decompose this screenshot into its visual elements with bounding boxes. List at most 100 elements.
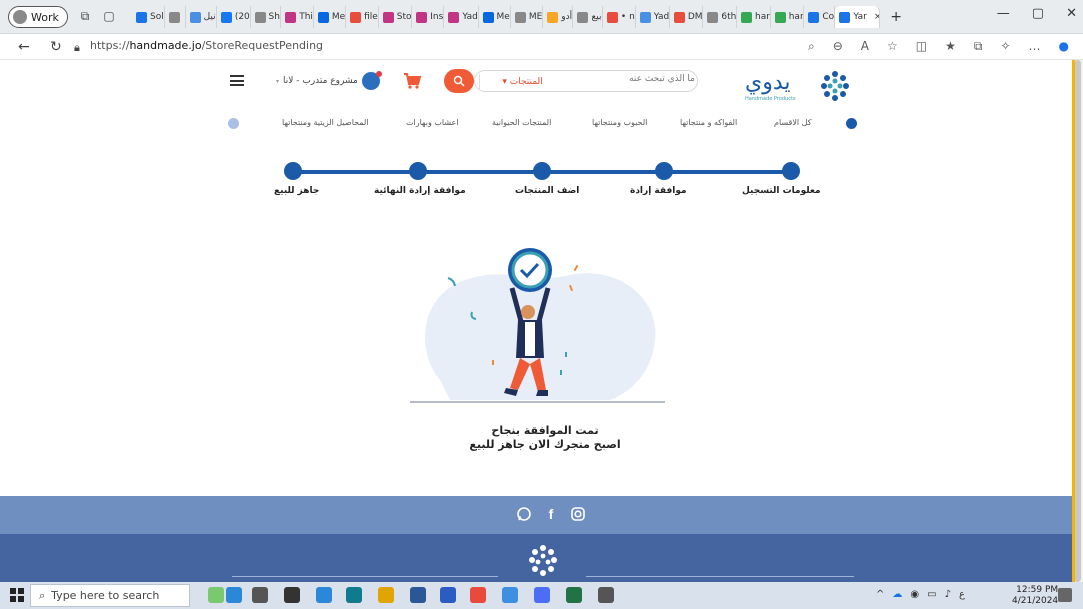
whatsapp-icon[interactable] (516, 506, 532, 522)
browser-tab[interactable]: Co (804, 6, 836, 28)
scrollbar-thumb[interactable] (1074, 60, 1081, 582)
user-account-menu[interactable]: مشروع متدرب - لانا ▾ (276, 71, 382, 90)
search-category-dropdown[interactable]: المنتجات ▾ (479, 74, 565, 90)
tab-actions-icon[interactable]: ▢ (102, 9, 116, 23)
tab-label: har (788, 12, 804, 22)
maximize-button[interactable]: ▢ (1032, 6, 1044, 21)
back-icon[interactable]: ← (18, 39, 30, 55)
browser-tab[interactable]: Yad (636, 6, 670, 28)
cart-icon[interactable] (403, 72, 421, 90)
hamburger-menu-icon[interactable] (230, 75, 244, 86)
photos-app-icon[interactable] (502, 587, 518, 603)
tab-label: Yad (653, 12, 670, 22)
close-tab-icon[interactable]: × (874, 12, 879, 22)
success-message-subtitle: اصبح متجرك الان جاهز للبيع (469, 438, 621, 451)
browser-tab[interactable]: Sol (132, 6, 165, 28)
system-tray: ^ ☁︎ ◉ ▭ ♪ ع (876, 589, 965, 600)
network-icon[interactable]: ◉ (910, 589, 919, 600)
taskbar-clock[interactable]: 12:59 PM 4/21/2024 (1012, 585, 1058, 607)
refresh-icon[interactable]: ↻ (50, 39, 62, 55)
store-app-icon[interactable] (410, 587, 426, 603)
task-view-icon[interactable] (252, 587, 268, 603)
teams-chat-icon[interactable] (534, 587, 550, 603)
volume-icon[interactable]: ♪ (945, 589, 951, 600)
tab-favicon-icon (350, 11, 362, 23)
category-herbs-spices[interactable]: اعشاب وبهارات (406, 118, 458, 127)
tab-label: Sol (150, 12, 164, 22)
collections-icon[interactable]: ⧉ (974, 39, 983, 54)
category-animal-products[interactable]: المنتجات الحيوانية (492, 118, 551, 127)
tab-favicon-icon (547, 11, 559, 23)
browser-tab[interactable]: 6th (703, 6, 738, 28)
category-prev-icon[interactable] (228, 118, 239, 129)
category-oil-crops[interactable]: المحاصيل الزيتية ومنتجاتها (282, 118, 369, 127)
search-button[interactable] (444, 69, 474, 93)
edge-browser-icon[interactable] (346, 587, 362, 603)
browser-tab[interactable]: Me (314, 6, 347, 28)
browser-tab[interactable]: har (771, 6, 805, 28)
url-field[interactable]: https://handmade.jo/StoreRequestPending (90, 39, 323, 52)
category-next-icon[interactable] (846, 118, 857, 129)
browser-tab[interactable] (165, 6, 186, 28)
windows-start-icon[interactable] (10, 588, 24, 602)
category-all[interactable]: كل الاقسام (774, 118, 812, 127)
instagram-icon[interactable] (570, 506, 586, 522)
workspaces-icon[interactable]: ⧉ (78, 9, 92, 23)
tray-overflow-icon[interactable]: ^ (876, 589, 884, 600)
tab-label: Thi (299, 12, 313, 22)
people-app-icon[interactable] (226, 587, 242, 603)
minimize-button[interactable]: — (997, 6, 1010, 21)
notifications-icon[interactable] (1058, 588, 1072, 602)
more-menu-icon[interactable]: … (1029, 39, 1041, 54)
browser-tab[interactable]: Sh (251, 6, 282, 28)
browser-tab[interactable]: • n (603, 6, 636, 28)
new-tab-button[interactable]: + (890, 9, 902, 25)
facebook-icon[interactable]: f (543, 506, 559, 522)
footer-divider-right (586, 576, 854, 577)
read-aloud-icon[interactable]: A (861, 39, 869, 54)
url-path: /StoreRequestPending (201, 39, 324, 52)
zoom-icon[interactable]: ⊖ (833, 39, 843, 54)
category-nav: كل الاقسام الفواكه و منتجاتها الحبوب ومن… (226, 115, 860, 135)
address-bar-actions: ⌕ ⊖ A ☆ ◫ ★ ⧉ ✧ … ● (808, 39, 1069, 54)
favorites-icon[interactable]: ★ (945, 39, 956, 54)
browser-tab[interactable]: har (737, 6, 771, 28)
excel-app-icon[interactable] (566, 587, 582, 603)
search-input[interactable] (565, 74, 695, 84)
keyboard-language-icon[interactable]: ع (959, 589, 965, 600)
browser-tab[interactable]: Yar × (835, 6, 881, 28)
browser-tab[interactable]: DM (670, 6, 704, 28)
teams-app-icon[interactable] (316, 587, 332, 603)
word-app-icon[interactable] (440, 587, 456, 603)
battery-icon[interactable]: ▭ (927, 589, 936, 600)
taskbar-search[interactable]: ⌕ Type here to search (30, 584, 190, 607)
category-fruits[interactable]: الفواكه و منتجاتها (680, 118, 737, 127)
pen-app-icon[interactable] (284, 587, 300, 603)
page-scrollbar[interactable] (1072, 60, 1083, 582)
browser-tab[interactable]: بيع (573, 6, 603, 28)
widgets-icon[interactable] (208, 587, 224, 603)
search-page-icon[interactable]: ⌕ (808, 39, 815, 54)
profile-button[interactable]: Work (8, 6, 68, 28)
chrome-app-icon[interactable] (470, 587, 486, 603)
browser-tab[interactable]: ME (511, 6, 544, 28)
favorite-star-icon[interactable]: ☆ (887, 39, 898, 54)
browser-tab[interactable]: file (346, 6, 379, 28)
terminal-app-icon[interactable] (598, 587, 614, 603)
split-screen-icon[interactable]: ◫ (916, 39, 927, 54)
browser-tab[interactable]: (20 (217, 6, 251, 28)
copilot-icon[interactable]: ● (1059, 39, 1069, 54)
browser-tab[interactable]: Thi (281, 6, 314, 28)
browser-tab[interactable]: Ins (412, 6, 445, 28)
extensions-icon[interactable]: ✧ (1000, 39, 1010, 54)
logo-subtitle: Handmade Products (745, 96, 796, 102)
cloud-icon[interactable]: ☁︎ (892, 589, 902, 600)
close-window-button[interactable]: ✕ (1066, 6, 1077, 21)
browser-tab[interactable]: Sto (379, 6, 413, 28)
browser-tab[interactable]: Me (479, 6, 511, 28)
browser-tab[interactable]: أدو (543, 6, 574, 28)
browser-tab[interactable]: نيل (186, 6, 217, 28)
file-explorer-icon[interactable] (378, 587, 394, 603)
browser-tab[interactable]: Yad (444, 6, 479, 28)
category-grains[interactable]: الحبوب ومنتجاتها (592, 118, 647, 127)
